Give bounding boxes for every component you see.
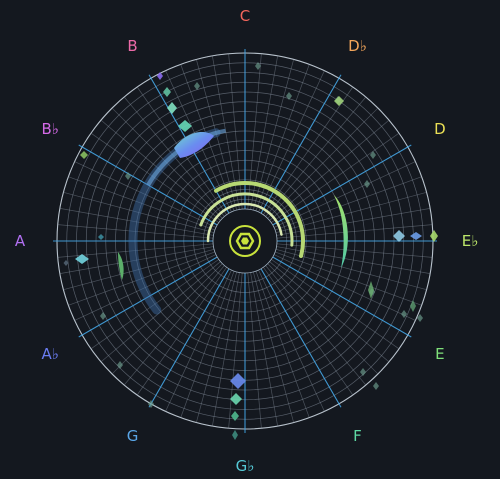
note-label[interactable]: B: [127, 37, 137, 55]
pitch-marker: [174, 132, 214, 158]
polar-grid: [53, 49, 438, 440]
note-label[interactable]: D: [434, 120, 446, 138]
pitch-marker: [286, 92, 292, 100]
note-label[interactable]: G♭: [236, 457, 255, 475]
pitch-marker: [410, 300, 416, 312]
pitch-marker: [100, 312, 106, 320]
note-label[interactable]: B♭: [41, 120, 58, 138]
note-label[interactable]: D♭: [348, 37, 367, 55]
note-label[interactable]: A: [15, 232, 25, 250]
pitch-marker: [98, 234, 104, 240]
pitch-marker: [118, 252, 124, 280]
pitch-marker: [360, 368, 366, 376]
note-label[interactable]: A♭: [41, 345, 58, 363]
pitch-marker: [410, 232, 422, 240]
note-label[interactable]: C: [240, 7, 250, 25]
pitch-marker: [157, 72, 163, 80]
pitch-marker: [364, 180, 370, 188]
pitch-marker: [373, 382, 379, 390]
pitch-marker: [80, 151, 88, 159]
pitch-marker: [178, 120, 192, 132]
pitch-marker: [231, 411, 239, 421]
pitch-marker: [334, 96, 344, 106]
pitch-marker: [163, 87, 171, 97]
pitch-marker: [370, 151, 376, 159]
pitch-marker: [232, 430, 238, 440]
note-label[interactable]: F: [353, 427, 362, 445]
center-hub[interactable]: [212, 208, 278, 274]
note-label[interactable]: E: [435, 345, 444, 363]
pitch-marker: [430, 230, 438, 242]
pitch-marker: [167, 102, 177, 114]
note-label[interactable]: E♭: [462, 232, 479, 250]
note-label[interactable]: G: [127, 427, 139, 445]
pitch-marker: [125, 172, 131, 180]
chromatic-circle-view: C D♭ D E♭ E F G♭ G A♭ A B♭ B: [0, 0, 500, 479]
